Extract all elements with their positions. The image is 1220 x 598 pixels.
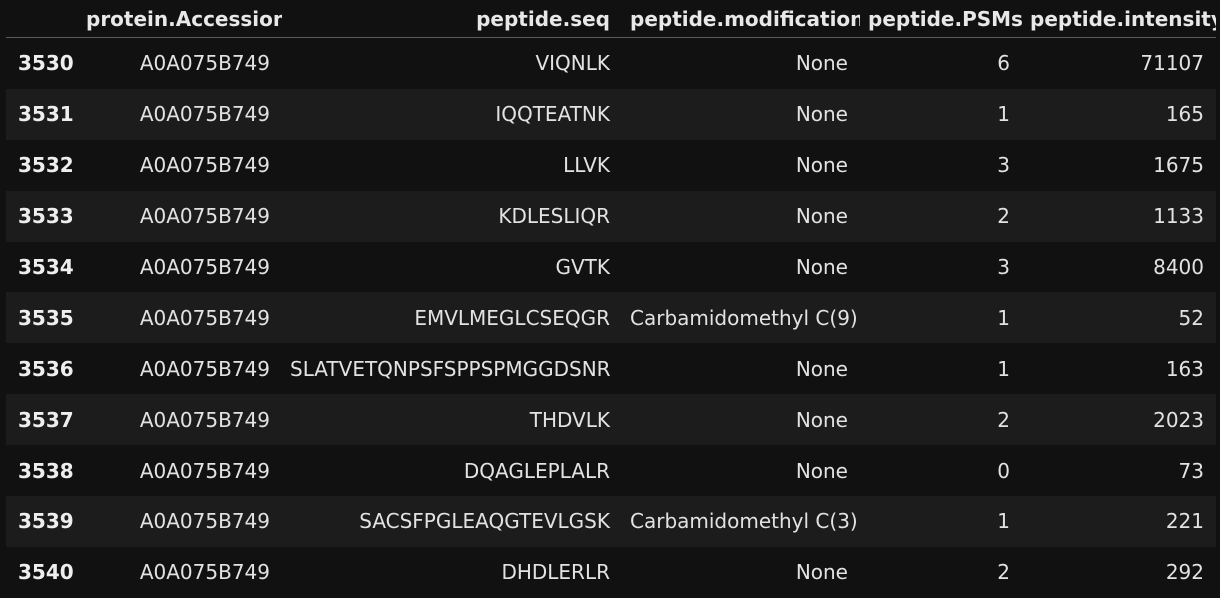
cell-peptide-intensity: 73 bbox=[1022, 445, 1216, 497]
cell-peptide-psms: 2 bbox=[860, 190, 1022, 242]
table-row: 3538 A0A075B749 DQAGLEPLALR None 0 73 bbox=[6, 445, 1216, 497]
row-index: 3535 bbox=[6, 292, 78, 344]
column-header-peptide-psms: peptide.PSMs bbox=[860, 0, 1022, 38]
cell-peptide-psms: 2 bbox=[860, 394, 1022, 446]
cell-peptide-modification: None bbox=[622, 394, 860, 446]
cell-peptide-modification: None bbox=[622, 37, 860, 89]
cell-peptide-seq: LLVK bbox=[282, 139, 622, 191]
cell-peptide-modification: Carbamidomethyl C(9) bbox=[622, 292, 860, 344]
cell-peptide-psms: 1 bbox=[860, 88, 1022, 140]
table-row: 3530 A0A075B749 VIQNLK None 6 71107 bbox=[6, 37, 1216, 89]
table-row: 3540 A0A075B749 DHDLERLR None 2 292 bbox=[6, 546, 1216, 598]
cell-peptide-psms: 3 bbox=[860, 139, 1022, 191]
row-index: 3537 bbox=[6, 394, 78, 446]
cell-peptide-modification: None bbox=[622, 241, 860, 293]
cell-peptide-intensity: 52 bbox=[1022, 292, 1216, 344]
dataframe-output: protein.Accession peptide.seq peptide.mo… bbox=[6, 0, 1216, 598]
cell-peptide-modification: None bbox=[622, 546, 860, 598]
cell-peptide-modification: None bbox=[622, 139, 860, 191]
table-row: 3532 A0A075B749 LLVK None 3 1675 bbox=[6, 139, 1216, 191]
row-index: 3538 bbox=[6, 445, 78, 497]
cell-protein-accession: A0A075B749 bbox=[78, 546, 282, 598]
cell-peptide-seq: THDVLK bbox=[282, 394, 622, 446]
cell-peptide-psms: 1 bbox=[860, 496, 1022, 547]
cell-peptide-seq: GVTK bbox=[282, 241, 622, 293]
row-index: 3536 bbox=[6, 343, 78, 395]
column-header-peptide-modification: peptide.modification bbox=[622, 0, 860, 38]
cell-protein-accession: A0A075B749 bbox=[78, 496, 282, 547]
cell-peptide-psms: 3 bbox=[860, 241, 1022, 293]
cell-peptide-intensity: 221 bbox=[1022, 496, 1216, 547]
table-row: 3537 A0A075B749 THDVLK None 2 2023 bbox=[6, 394, 1216, 446]
cell-protein-accession: A0A075B749 bbox=[78, 343, 282, 395]
cell-protein-accession: A0A075B749 bbox=[78, 445, 282, 497]
table-row: 3536 A0A075B749 SLATVETQNPSFSPPSPMGGDSNR No… bbox=[6, 343, 1216, 395]
cell-protein-accession: A0A075B749 bbox=[78, 88, 282, 140]
table-row: 3539 A0A075B749 SACSFPGLEAQGTEVLGSK Carbami… bbox=[6, 496, 1216, 547]
cell-peptide-psms: 6 bbox=[860, 37, 1022, 89]
row-index: 3539 bbox=[6, 496, 78, 547]
cell-peptide-seq: IQQTEATNK bbox=[282, 88, 622, 140]
cell-protein-accession: A0A075B749 bbox=[78, 394, 282, 446]
cell-peptide-intensity: 163 bbox=[1022, 343, 1216, 395]
cell-protein-accession: A0A075B749 bbox=[78, 241, 282, 293]
cell-peptide-psms: 0 bbox=[860, 445, 1022, 497]
cell-peptide-intensity: 1675 bbox=[1022, 139, 1216, 191]
cell-peptide-intensity: 292 bbox=[1022, 546, 1216, 598]
column-header-peptide-seq: peptide.seq bbox=[282, 0, 622, 38]
cell-peptide-modification: None bbox=[622, 343, 860, 395]
cell-peptide-seq: DHDLERLR bbox=[282, 546, 622, 598]
cell-protein-accession: A0A075B749 bbox=[78, 292, 282, 344]
cell-peptide-seq: DQAGLEPLALR bbox=[282, 445, 622, 497]
cell-peptide-seq: VIQNLK bbox=[282, 37, 622, 89]
table-row: 3535 A0A075B749 EMVLMEGLCSEQGR Carbamidomet… bbox=[6, 292, 1216, 344]
cell-peptide-seq: SLATVETQNPSFSPPSPMGGDSNR bbox=[282, 343, 622, 395]
cell-peptide-psms: 1 bbox=[860, 343, 1022, 395]
cell-peptide-seq: SACSFPGLEAQGTEVLGSK bbox=[282, 496, 622, 547]
cell-peptide-intensity: 165 bbox=[1022, 88, 1216, 140]
cell-peptide-psms: 2 bbox=[860, 546, 1022, 598]
cell-protein-accession: A0A075B749 bbox=[78, 190, 282, 242]
cell-peptide-modification: None bbox=[622, 190, 860, 242]
header-row: protein.Accession peptide.seq peptide.mo… bbox=[6, 0, 1216, 38]
row-index: 3540 bbox=[6, 546, 78, 598]
table-header: protein.Accession peptide.seq peptide.mo… bbox=[6, 0, 1216, 38]
row-index: 3530 bbox=[6, 37, 78, 89]
cell-peptide-intensity: 8400 bbox=[1022, 241, 1216, 293]
row-index: 3531 bbox=[6, 88, 78, 140]
cell-peptide-modification: None bbox=[622, 88, 860, 140]
column-header-protein-accession: protein.Accession bbox=[78, 0, 282, 38]
column-header-peptide-intensity: peptide.intensity bbox=[1022, 0, 1216, 38]
cell-protein-accession: A0A075B749 bbox=[78, 37, 282, 89]
row-index: 3534 bbox=[6, 241, 78, 293]
cell-peptide-intensity: 71107 bbox=[1022, 37, 1216, 89]
cell-peptide-seq: EMVLMEGLCSEQGR bbox=[282, 292, 622, 344]
cell-peptide-modification: None bbox=[622, 445, 860, 497]
cell-peptide-psms: 1 bbox=[860, 292, 1022, 344]
cell-peptide-modification: Carbamidomethyl C(3) bbox=[622, 496, 860, 547]
cell-peptide-intensity: 1133 bbox=[1022, 190, 1216, 242]
dataframe-table: protein.Accession peptide.seq peptide.mo… bbox=[6, 0, 1216, 598]
cell-peptide-seq: KDLESLIQR bbox=[282, 190, 622, 242]
table-body: 3530 A0A075B749 VIQNLK None 6 71107 3531 A0A075… bbox=[6, 37, 1216, 598]
column-header-index bbox=[6, 0, 78, 38]
table-row: 3531 A0A075B749 IQQTEATNK None 1 165 bbox=[6, 88, 1216, 140]
table-row: 3533 A0A075B749 KDLESLIQR None 2 1133 bbox=[6, 190, 1216, 242]
cell-peptide-intensity: 2023 bbox=[1022, 394, 1216, 446]
row-index: 3532 bbox=[6, 139, 78, 191]
cell-protein-accession: A0A075B749 bbox=[78, 139, 282, 191]
table-row: 3534 A0A075B749 GVTK None 3 8400 bbox=[6, 241, 1216, 293]
row-index: 3533 bbox=[6, 190, 78, 242]
